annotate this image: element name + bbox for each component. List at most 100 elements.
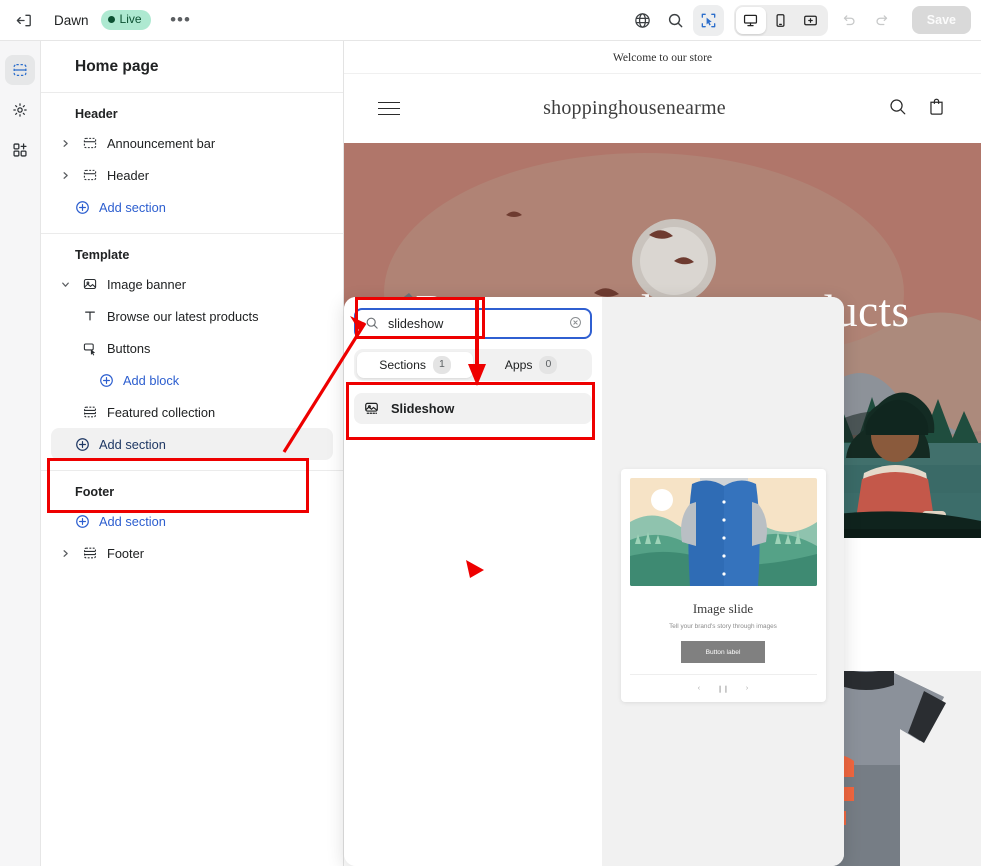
sidebar-item-label: Featured collection xyxy=(107,404,216,420)
sidebar-item-label: Add section xyxy=(99,199,166,215)
hamburger-menu-icon[interactable] xyxy=(378,101,400,116)
sidebar-item-footer[interactable]: Footer xyxy=(51,537,333,569)
slideshow-icon xyxy=(363,400,380,417)
plus-circle-icon xyxy=(73,512,91,530)
search-input[interactable] xyxy=(354,308,592,339)
section-group-label: Header xyxy=(75,107,118,121)
device-preview-group xyxy=(733,4,828,36)
redo-icon[interactable] xyxy=(867,5,898,36)
status-badge: Live xyxy=(100,10,151,30)
text-icon xyxy=(81,307,99,325)
tab-sections[interactable]: Sections 1 xyxy=(357,352,473,378)
popover-tabs: Sections 1 Apps 0 xyxy=(354,349,592,381)
sidebar-item-label: Add section xyxy=(99,436,166,452)
slide-button: Button label xyxy=(681,641,765,663)
sidebar-item-label: Add section xyxy=(99,513,166,529)
theme-name: Dawn xyxy=(54,12,89,28)
theme-editor-window: Dawn Live ••• Save Home page Header Anno… xyxy=(0,0,981,866)
save-button[interactable]: Save xyxy=(911,6,971,34)
fullwidth-icon[interactable] xyxy=(796,7,826,34)
shopping-cart-icon[interactable] xyxy=(926,96,947,122)
tab-label: Apps xyxy=(504,358,533,372)
top-toolbar: Dawn Live ••• Save xyxy=(0,0,981,41)
popover-search-panel: Sections 1 Apps 0 Slideshow xyxy=(344,297,602,866)
sidebar-item-label: Image banner xyxy=(107,276,186,292)
sidebar-item-label: Browse our latest products xyxy=(107,308,259,324)
sidebar-item-browse-our-latest-products[interactable]: Browse our latest products xyxy=(51,300,333,332)
search-field-wrapper xyxy=(354,308,592,339)
sidebar-item-label: Add block xyxy=(123,372,180,388)
search-icon xyxy=(364,315,380,336)
chevron-right-icon[interactable] xyxy=(57,167,73,183)
sidebar-item-add-section[interactable]: Add section xyxy=(51,428,333,460)
sidebar-item-theme-settings[interactable] xyxy=(5,95,35,125)
toolbar-actions: Save xyxy=(627,4,981,36)
slideshow-preview-body: Image slide Tell your brand's story thro… xyxy=(630,586,817,674)
search-icon[interactable] xyxy=(887,96,908,122)
button-icon xyxy=(81,339,99,357)
sidebar-item-image-banner[interactable]: Image banner xyxy=(51,268,333,300)
add-section-popover: Sections 1 Apps 0 Slideshow xyxy=(344,297,844,866)
sidebar-item-announcement-bar[interactable]: Announcement bar xyxy=(51,127,333,159)
sidebar-item-apps[interactable] xyxy=(5,135,35,165)
search-result-label: Slideshow xyxy=(391,401,455,416)
sidebar-item-label: Footer xyxy=(107,545,144,561)
collection-icon xyxy=(81,403,99,421)
tab-label: Sections xyxy=(379,358,426,372)
slide-pause-icon: ❙❙ xyxy=(717,685,729,693)
search-icon[interactable] xyxy=(660,5,691,36)
sidebar-item-label: Announcement bar xyxy=(107,135,216,151)
cursor-select-icon[interactable] xyxy=(692,4,724,36)
slide-heading: Image slide xyxy=(692,601,754,616)
sidebar-item-featured-collection[interactable]: Featured collection xyxy=(51,396,333,428)
search-result-slideshow[interactable]: Slideshow xyxy=(354,393,592,424)
clear-circle-icon[interactable] xyxy=(568,315,583,335)
desktop-icon[interactable] xyxy=(735,6,766,34)
status-dot-icon xyxy=(107,15,115,23)
chevron-right-icon[interactable] xyxy=(57,135,73,151)
sections-sidebar: Home page Header Announcement bar Header Ad… xyxy=(41,41,344,866)
left-icon-rail xyxy=(0,41,41,866)
sidebar-item-add-section[interactable]: Add section xyxy=(51,191,333,223)
slide-nav-controls: ‹ ❙❙ › xyxy=(629,674,817,702)
chevron-down-icon[interactable] xyxy=(57,276,73,292)
plus-circle-icon xyxy=(97,371,115,389)
sidebar-item-buttons[interactable]: Buttons xyxy=(51,332,333,364)
undo-icon[interactable] xyxy=(834,5,865,36)
sidebar-item-header[interactable]: Header xyxy=(51,159,333,191)
tab-count-badge: 1 xyxy=(432,356,451,374)
status-badge-label: Live xyxy=(119,12,142,27)
slide-prev-icon: ‹ xyxy=(697,685,701,692)
announcement-bar: Welcome to our store xyxy=(344,41,981,74)
sidebar-item-label: Buttons xyxy=(107,340,151,356)
plus-circle-icon xyxy=(73,198,91,216)
section-group-label: Footer xyxy=(75,485,115,499)
tab-apps[interactable]: Apps 0 xyxy=(473,352,589,378)
more-actions-button[interactable]: ••• xyxy=(167,6,195,34)
sidebar-item-label: Header xyxy=(107,167,149,183)
slideshow-preview-card: Image slide Tell your brand's story thro… xyxy=(620,469,826,702)
sidebar-item-add-section[interactable]: Add section xyxy=(51,505,333,537)
section-groups: Header Announcement bar Header Add section T… xyxy=(41,93,343,579)
chevron-right-icon[interactable] xyxy=(57,545,73,561)
collection-icon xyxy=(81,544,99,562)
sidebar-item-sections[interactable] xyxy=(5,55,35,85)
store-name: shoppinghousenearme xyxy=(543,97,726,119)
image-icon xyxy=(81,275,99,293)
section-group-label: Template xyxy=(75,248,130,262)
popover-preview-panel: Image slide Tell your brand's story thro… xyxy=(602,297,844,866)
plus-circle-icon xyxy=(73,435,91,453)
exit-icon[interactable] xyxy=(4,0,44,40)
section-group: Template Image banner Browse our latest pr… xyxy=(41,234,343,471)
globe-icon[interactable] xyxy=(627,5,658,36)
section-icon xyxy=(81,134,99,152)
store-header: shoppinghousenearme xyxy=(344,74,981,143)
tab-count-badge: 0 xyxy=(539,356,558,374)
section-group: Header Announcement bar Header Add section xyxy=(41,93,343,234)
page-title: Home page xyxy=(41,41,343,93)
mobile-icon[interactable] xyxy=(766,7,796,34)
slide-next-icon: › xyxy=(745,685,749,692)
search-results-list: Slideshow xyxy=(354,393,592,424)
slideshow-preview-image xyxy=(629,478,817,586)
sidebar-item-add-block[interactable]: Add block xyxy=(51,364,333,396)
